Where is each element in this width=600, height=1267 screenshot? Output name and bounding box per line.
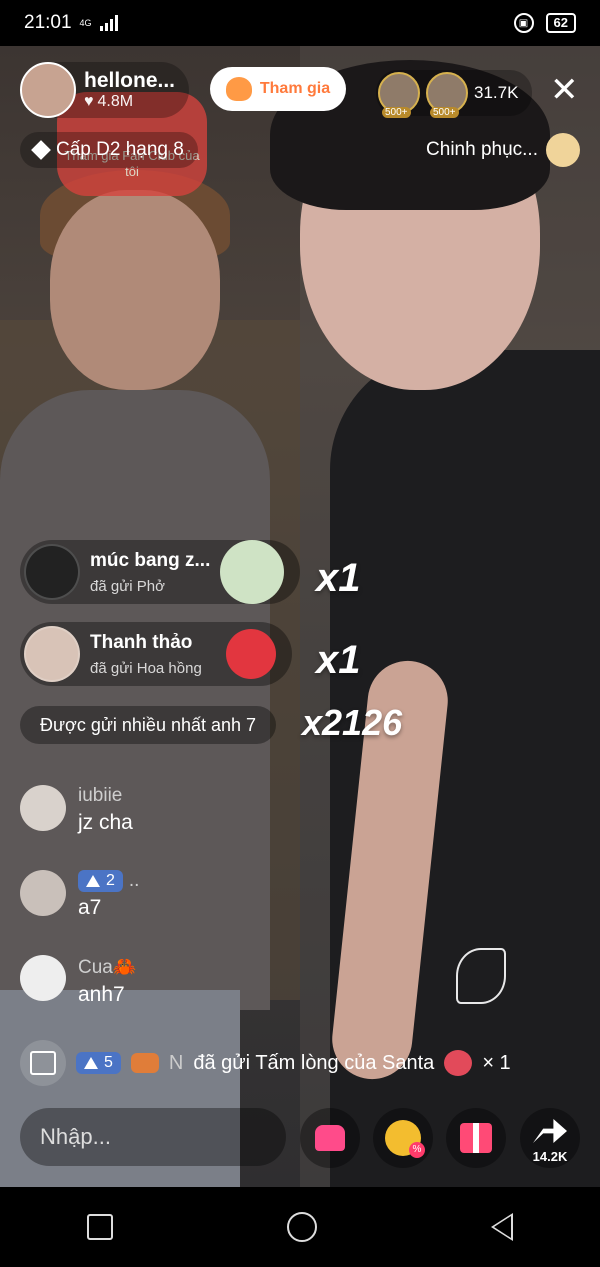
level-arrow-icon [86, 875, 100, 887]
gift-sender-avatar[interactable] [24, 544, 80, 600]
close-icon[interactable]: ✕ [550, 73, 579, 107]
share-count: 14.2K [532, 1149, 568, 1164]
network-type: 4G [79, 18, 92, 28]
gift-action: đã gửi Hoa hồng [90, 659, 202, 677]
viewer-badge: 500+ [430, 107, 459, 118]
share-icon [533, 1119, 567, 1143]
challenge-label: Chinh phục... [426, 139, 538, 160]
fan-heart-icon [130, 1053, 159, 1073]
diamond-icon [31, 140, 51, 160]
gift-message-text: đã gửi Tấm lòng của Santa [193, 1051, 435, 1074]
battery-indicator: 62 [545, 13, 576, 33]
host-name: hellone... [84, 69, 176, 92]
chat-comment: iubiie jz cha [20, 785, 133, 835]
most-sent-count: x2126 [302, 702, 403, 743]
host-avatar[interactable] [20, 62, 76, 118]
level-badge: 5 [76, 1052, 121, 1074]
gift-sender-name: Thanh thảo [90, 631, 193, 653]
level-badge: 2 [78, 870, 123, 892]
top-viewer-avatar[interactable]: 500+ [378, 72, 420, 118]
commenter-name: .. [128, 870, 140, 891]
live-video-stage: Tham gia Fan Club của tôi hellone... ♥ 4… [0, 0, 600, 1187]
clock: 21:01 [24, 12, 72, 33]
viewer-count: 31.7K [474, 83, 519, 102]
commenter-name[interactable]: iubiie [78, 785, 133, 807]
back-icon[interactable] [491, 1213, 513, 1241]
heart-plus-icon [225, 77, 252, 101]
gift-notification: múc bang z... đã gửi Phở [20, 540, 301, 604]
host-profile[interactable]: hellone... ♥ 4.8M [20, 62, 190, 118]
rank-label: Cấp D2 hạng 8 [56, 139, 184, 160]
gift-multiplier: x1 [316, 638, 361, 682]
tiktok-promo-icon: % [385, 1120, 425, 1158]
viewer-list[interactable]: 500+ 500+ 31.7K [376, 70, 533, 118]
gift-notification: Thanh thảo đã gửi Hoa hồng [20, 622, 292, 686]
people-icon [315, 1125, 345, 1151]
gift-sender-name: múc bang z... [90, 549, 211, 571]
commenter-row[interactable]: 2 .. [78, 870, 139, 892]
comment-text: jz cha [78, 811, 133, 834]
join-button-label: Tham gia [259, 80, 331, 97]
share-button[interactable]: 14.2K [520, 1108, 580, 1168]
top-viewer-avatar[interactable]: 500+ [426, 72, 468, 118]
join-fan-club-button[interactable]: Tham gia [210, 67, 346, 111]
chat-comment: 2 .. a7 [20, 870, 139, 920]
gift-multiplier: x1 [316, 556, 361, 600]
butterfly-print [456, 948, 506, 1004]
rotation-lock-icon: ▣ [513, 13, 534, 33]
most-sent-label: Được gửi nhiều nhất anh 7 [40, 714, 257, 735]
host-likes: ♥ 4.8M [84, 93, 175, 111]
pho-bowl-icon [220, 540, 285, 604]
recent-apps-icon[interactable] [87, 1214, 113, 1240]
promo-button[interactable]: % [373, 1108, 433, 1168]
host-likes-count: 4.8M [97, 93, 134, 110]
home-icon[interactable] [287, 1212, 317, 1242]
comment-text: a7 [78, 896, 102, 919]
viewer-badge: 500+ [382, 107, 411, 118]
challenge-icon [546, 133, 580, 167]
commenter-avatar[interactable] [20, 785, 66, 831]
commenter-name[interactable]: Cua🦀 [78, 955, 137, 979]
comment-input[interactable]: Nhập... [20, 1108, 286, 1166]
guest-button[interactable] [300, 1108, 360, 1168]
heart-icon: ♥ [84, 93, 94, 110]
level-number: 5 [104, 1054, 113, 1071]
gift-message: 5 N đã gửi Tấm lòng của Santa × 1 [20, 1040, 511, 1086]
gift-message-count: × 1 [482, 1051, 511, 1074]
gift-icon [460, 1123, 492, 1153]
commenter-avatar[interactable] [20, 955, 66, 1001]
comment-text: anh7 [78, 983, 125, 1006]
comment-placeholder: Nhập... [40, 1124, 111, 1149]
level-arrow-icon [84, 1057, 98, 1069]
level-number: 2 [106, 872, 115, 889]
gift-action: đã gửi Phở [90, 577, 165, 595]
commenter-avatar[interactable] [20, 870, 66, 916]
gift-box-button[interactable] [20, 1040, 66, 1086]
navigation-bar [0, 1187, 600, 1267]
gift-sender-name: N [168, 1051, 184, 1074]
chat-comment: Cua🦀 anh7 [20, 955, 137, 1007]
gift-box-icon [30, 1051, 56, 1075]
status-bar: 21:01 4G ▣ 62 [0, 0, 600, 46]
signal-icon [99, 15, 118, 31]
gift-button[interactable] [446, 1108, 506, 1168]
challenge-widget[interactable]: Chinh phục... [426, 132, 580, 168]
left-person-face [50, 190, 220, 390]
santa-gift-icon [444, 1050, 473, 1076]
rank-pill[interactable]: Cấp D2 hạng 8 [20, 132, 198, 168]
most-sent-banner: Được gửi nhiều nhất anh 7 [20, 706, 277, 744]
rose-icon [225, 629, 276, 679]
gift-sender-avatar[interactable] [24, 626, 80, 682]
